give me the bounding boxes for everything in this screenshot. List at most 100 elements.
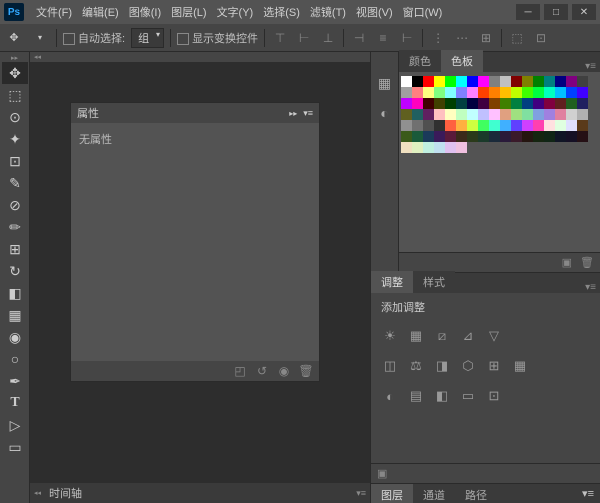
- swatch[interactable]: [522, 98, 533, 109]
- styles-tab[interactable]: 样式: [413, 271, 455, 293]
- swatch[interactable]: [434, 76, 445, 87]
- timeline-tab[interactable]: 时间轴: [49, 485, 82, 501]
- swatch[interactable]: [533, 131, 544, 142]
- auto-select-dropdown[interactable]: 组: [131, 28, 164, 48]
- swatch[interactable]: [456, 109, 467, 120]
- swatch[interactable]: [555, 120, 566, 131]
- swatch[interactable]: [522, 131, 533, 142]
- doc-tab-grip[interactable]: ◂◂: [30, 52, 370, 62]
- bw-icon[interactable]: ◨: [433, 357, 451, 375]
- swatch[interactable]: [489, 98, 500, 109]
- vibrance-icon[interactable]: ▽: [485, 327, 503, 345]
- swatch[interactable]: [566, 98, 577, 109]
- hue-icon[interactable]: ◫: [381, 357, 399, 375]
- clone-stamp-tool[interactable]: ⊞: [2, 238, 28, 260]
- swatch[interactable]: [555, 76, 566, 87]
- swatch[interactable]: [555, 131, 566, 142]
- swatch[interactable]: [412, 76, 423, 87]
- new-swatch-icon[interactable]: ▣: [562, 256, 572, 269]
- swatch[interactable]: [577, 98, 588, 109]
- menu-type[interactable]: 文字(Y): [213, 2, 258, 22]
- channels-tab[interactable]: 通道: [413, 484, 455, 503]
- swatch[interactable]: [467, 131, 478, 142]
- curves-icon[interactable]: ⧄: [433, 327, 451, 345]
- magic-wand-tool[interactable]: ✦: [2, 128, 28, 150]
- swatch[interactable]: [577, 131, 588, 142]
- exposure-icon[interactable]: ⊿: [459, 327, 477, 345]
- swatch[interactable]: [500, 87, 511, 98]
- swatch[interactable]: [577, 109, 588, 120]
- align-bottom-icon[interactable]: ⊥: [319, 29, 337, 47]
- swatch[interactable]: [522, 120, 533, 131]
- swatch[interactable]: [522, 109, 533, 120]
- lookup-icon[interactable]: ▦: [511, 357, 529, 375]
- 3d-icon[interactable]: ⬚: [508, 29, 526, 47]
- swatch[interactable]: [544, 98, 555, 109]
- align-top-icon[interactable]: ⊤: [271, 29, 289, 47]
- delete-swatch-icon[interactable]: 🗑: [580, 256, 594, 269]
- swatch[interactable]: [533, 98, 544, 109]
- swatch[interactable]: [489, 109, 500, 120]
- swatch[interactable]: [434, 87, 445, 98]
- swatch[interactable]: [423, 120, 434, 131]
- swatch[interactable]: [478, 109, 489, 120]
- swatch[interactable]: [456, 131, 467, 142]
- menu-view[interactable]: 视图(V): [352, 2, 397, 22]
- swatch[interactable]: [544, 109, 555, 120]
- paths-tab[interactable]: 路径: [455, 484, 497, 503]
- visibility-icon[interactable]: ◉: [275, 362, 293, 380]
- menu-select[interactable]: 选择(S): [259, 2, 304, 22]
- swatch[interactable]: [566, 131, 577, 142]
- menu-layer[interactable]: 图层(L): [167, 2, 210, 22]
- swatch[interactable]: [467, 87, 478, 98]
- swatch[interactable]: [445, 87, 456, 98]
- adjustments-tab[interactable]: 调整: [371, 271, 413, 293]
- swatch[interactable]: [566, 109, 577, 120]
- swatch[interactable]: [566, 120, 577, 131]
- swatch[interactable]: [445, 76, 456, 87]
- swatch[interactable]: [522, 76, 533, 87]
- swatch[interactable]: [401, 142, 412, 153]
- swatch[interactable]: [478, 120, 489, 131]
- close-button[interactable]: ✕: [572, 4, 596, 20]
- swatch[interactable]: [412, 120, 423, 131]
- panel-menu-icon[interactable]: ▾≡: [303, 108, 313, 119]
- path-selection-tool[interactable]: ▷: [2, 414, 28, 436]
- swatch[interactable]: [434, 109, 445, 120]
- color-icon[interactable]: ◐: [374, 102, 396, 124]
- channel-mixer-icon[interactable]: ⊞: [485, 357, 503, 375]
- swatch[interactable]: [412, 98, 423, 109]
- menu-filter[interactable]: 滤镜(T): [306, 2, 350, 22]
- swatch[interactable]: [412, 109, 423, 120]
- levels-icon[interactable]: ▦: [407, 327, 425, 345]
- swatch[interactable]: [555, 109, 566, 120]
- swatch[interactable]: [478, 98, 489, 109]
- swatch[interactable]: [445, 109, 456, 120]
- toolbox-grip[interactable]: ▸▸: [0, 54, 29, 62]
- swatch[interactable]: [511, 120, 522, 131]
- more-icon[interactable]: ⊡: [532, 29, 550, 47]
- swatch[interactable]: [456, 120, 467, 131]
- canvas-area[interactable]: 属性 ▸▸ ▾≡ 无属性 ◰ ↺ ◉ 🗑: [30, 62, 370, 483]
- threshold-icon[interactable]: ◧: [433, 387, 451, 405]
- swatch[interactable]: [434, 120, 445, 131]
- clip-icon[interactable]: ◰: [231, 362, 249, 380]
- swatch[interactable]: [456, 76, 467, 87]
- layers-panel-menu-icon[interactable]: ▾≡: [576, 484, 600, 503]
- properties-tab[interactable]: 属性: [77, 105, 99, 121]
- swatch[interactable]: [511, 109, 522, 120]
- swatch[interactable]: [522, 87, 533, 98]
- swatch[interactable]: [478, 87, 489, 98]
- adj-panel-menu-icon[interactable]: ▾≡: [581, 282, 600, 293]
- color-panel-menu-icon[interactable]: ▾≡: [581, 61, 600, 72]
- swatch[interactable]: [423, 76, 434, 87]
- swatch[interactable]: [566, 76, 577, 87]
- distribute-icon3[interactable]: ⊞: [477, 29, 495, 47]
- swatch[interactable]: [401, 120, 412, 131]
- swatch[interactable]: [544, 87, 555, 98]
- swatch[interactable]: [577, 87, 588, 98]
- swatch[interactable]: [544, 120, 555, 131]
- gradient-map-icon[interactable]: ▭: [459, 387, 477, 405]
- swatch[interactable]: [555, 87, 566, 98]
- swatch[interactable]: [566, 87, 577, 98]
